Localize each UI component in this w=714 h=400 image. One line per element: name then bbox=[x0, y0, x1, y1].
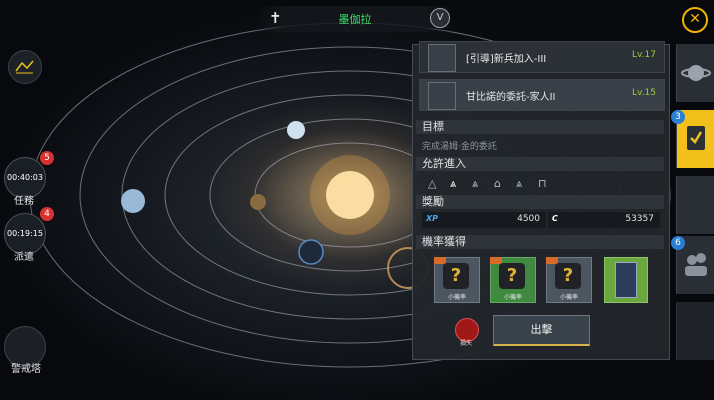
drop-item[interactable]: ? 小機率 bbox=[546, 257, 592, 303]
tasks-button[interactable]: 00:40:03 5 任務 bbox=[4, 151, 54, 207]
drop-caption: 小機率 bbox=[559, 294, 578, 301]
dispatch-button[interactable]: 00:19:15 4 派遣 bbox=[4, 207, 54, 263]
entry-title: 允許進入 bbox=[416, 157, 664, 171]
planet-tab[interactable] bbox=[676, 44, 714, 102]
mission-row[interactable]: [引導]新兵加入-III Lv.17 bbox=[419, 41, 665, 73]
mystery-item-icon: ? bbox=[555, 263, 581, 289]
attack-button[interactable]: 出擊 bbox=[493, 315, 590, 346]
constellation-icon bbox=[15, 60, 34, 74]
planet-icon bbox=[681, 65, 711, 81]
ship-class-icon: △ bbox=[428, 177, 437, 190]
xp-value: 4500 bbox=[517, 214, 540, 224]
mission-name: 甘比諾的委託-家人II bbox=[466, 92, 556, 103]
xp-reward: XP 4500 bbox=[422, 212, 546, 228]
tasks-label: 任務 bbox=[14, 196, 34, 207]
dispatch-label: 派遣 bbox=[14, 252, 34, 263]
mission-tab[interactable]: 3 bbox=[671, 110, 714, 168]
locked-tab[interactable] bbox=[676, 302, 714, 360]
ship-class-icon: ⩓ bbox=[472, 177, 479, 190]
planet-blue[interactable] bbox=[121, 189, 145, 213]
dispatch-timer: 00:19:15 bbox=[7, 229, 43, 238]
loss-label: 損失 bbox=[459, 340, 472, 347]
planet-ice[interactable] bbox=[287, 121, 305, 139]
watchtower-label: 警戒塔 bbox=[11, 364, 41, 375]
drop-item[interactable]: ? 小機率 bbox=[490, 257, 536, 303]
credit-value: 53357 bbox=[625, 214, 654, 224]
drop-item[interactable]: ? 小機率 bbox=[434, 257, 480, 303]
mystery-item-icon: ? bbox=[443, 263, 469, 289]
objective-text: 完成湯姆·金的委託 bbox=[422, 142, 497, 152]
ship-class-icon: ⩓ bbox=[516, 177, 523, 190]
reward-title: 獎勵 bbox=[416, 195, 664, 209]
planet-brown[interactable] bbox=[250, 194, 266, 210]
drop-caption: 小機率 bbox=[447, 294, 466, 301]
mission-level: Lv.15 bbox=[632, 88, 656, 98]
tasks-timer: 00:40:03 bbox=[7, 173, 43, 182]
constellation-button[interactable] bbox=[8, 50, 42, 84]
planet-dark[interactable] bbox=[298, 239, 324, 265]
drop-title: 機率獲得 bbox=[416, 235, 664, 249]
xp-label: XP bbox=[426, 214, 439, 223]
mission-shield-icon bbox=[428, 44, 456, 72]
tasks-badge: 5 bbox=[40, 151, 54, 165]
credit-reward: C 53357 bbox=[548, 212, 660, 228]
mission-row-selected[interactable]: 甘比諾的委託-家人II Lv.15 bbox=[419, 79, 665, 111]
ship-class-icon: ⩓ bbox=[450, 177, 457, 190]
credit-label: C bbox=[552, 214, 558, 223]
dispatch-badge: 4 bbox=[40, 207, 54, 221]
mission-tab-badge: 3 bbox=[671, 110, 685, 124]
mission-level: Lv.17 bbox=[632, 50, 656, 60]
fleet-tab-badge: 6 bbox=[671, 236, 685, 250]
side-tab[interactable] bbox=[676, 176, 714, 234]
location-header: ✝ 墨伽拉 V bbox=[255, 6, 455, 32]
blueprint-card-icon bbox=[615, 262, 637, 298]
drop-caption: 小機率 bbox=[503, 294, 522, 301]
skull-icon bbox=[428, 82, 456, 110]
expand-toggle-button[interactable]: V bbox=[430, 8, 450, 28]
close-icon[interactable]: ✕ bbox=[682, 7, 708, 33]
location-name: 墨伽拉 bbox=[338, 13, 372, 26]
blueprint-card-item[interactable] bbox=[604, 257, 648, 303]
ship-class-icon: ⊓ bbox=[538, 177, 547, 190]
mission-name: [引導]新兵加入-III bbox=[466, 54, 547, 65]
objective-title: 目標 bbox=[416, 120, 664, 134]
watchtower-button[interactable]: 警戒塔 bbox=[4, 326, 48, 375]
fleet-tab[interactable]: 6 bbox=[671, 236, 714, 294]
mystery-item-icon: ? bbox=[499, 263, 525, 289]
ship-class-icon: ⌂ bbox=[494, 177, 501, 190]
